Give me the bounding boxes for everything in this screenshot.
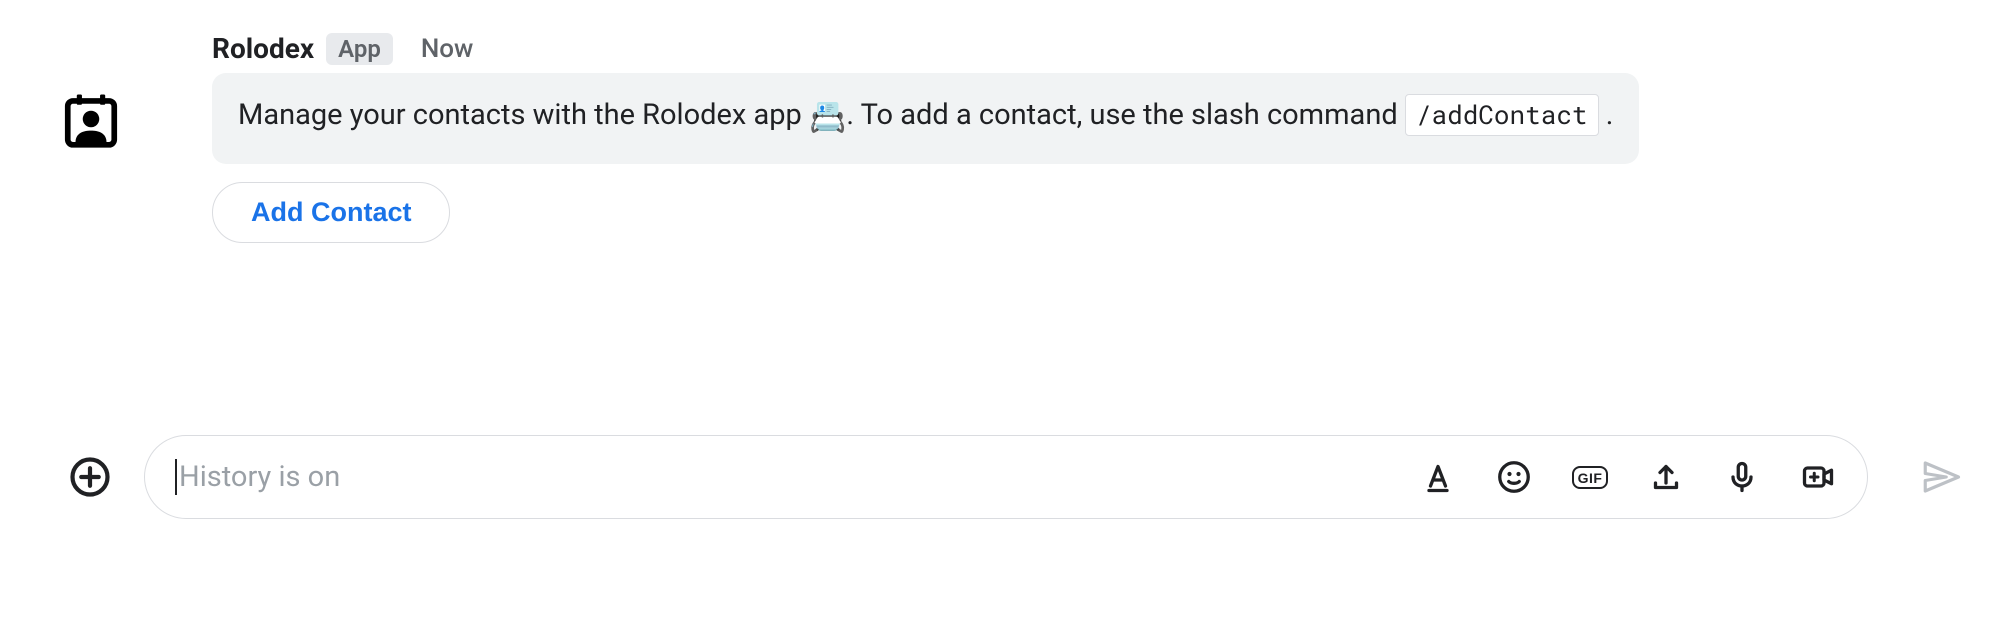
app-avatar — [60, 88, 122, 150]
text-format-icon — [1420, 459, 1456, 495]
app-badge: App — [326, 33, 393, 65]
send-button[interactable] — [1916, 452, 1966, 502]
compose-input[interactable]: History is on — [175, 459, 1419, 495]
emoji-icon — [1496, 459, 1532, 495]
message-text-prefix: Manage your contacts with the Rolodex ap… — [238, 98, 809, 132]
gif-icon: GIF — [1572, 466, 1609, 489]
video-plus-icon — [1800, 459, 1836, 495]
upload-icon — [1648, 459, 1684, 495]
send-icon — [1920, 456, 1962, 498]
emoji-button[interactable] — [1495, 458, 1533, 496]
slash-command-chip: /addContact — [1405, 94, 1599, 136]
sender-name: Rolodex — [212, 32, 314, 65]
message-text-suffix: . — [1606, 98, 1614, 132]
voice-message-button[interactable] — [1723, 458, 1761, 496]
plus-circle-icon — [69, 456, 111, 498]
message-bubble: Manage your contacts with the Rolodex ap… — [212, 73, 1639, 164]
gif-button[interactable]: GIF — [1571, 458, 1609, 496]
card-index-emoji: 📇 — [809, 100, 846, 135]
message-timestamp: Now — [421, 34, 474, 64]
message-text-mid: . To add a contact, use the slash comman… — [846, 98, 1405, 132]
open-attachments-button[interactable] — [66, 453, 114, 501]
message-header: Rolodex App Now — [212, 32, 1884, 65]
compose-box[interactable]: History is on GIF — [144, 435, 1868, 519]
compose-placeholder: History is on — [179, 460, 340, 494]
video-meeting-button[interactable] — [1799, 458, 1837, 496]
contact-card-icon — [60, 88, 122, 150]
upload-button[interactable] — [1647, 458, 1685, 496]
add-contact-button[interactable]: Add Contact — [212, 182, 450, 243]
microphone-icon — [1724, 459, 1760, 495]
text-formatting-button[interactable] — [1419, 458, 1457, 496]
text-caret — [175, 459, 177, 495]
